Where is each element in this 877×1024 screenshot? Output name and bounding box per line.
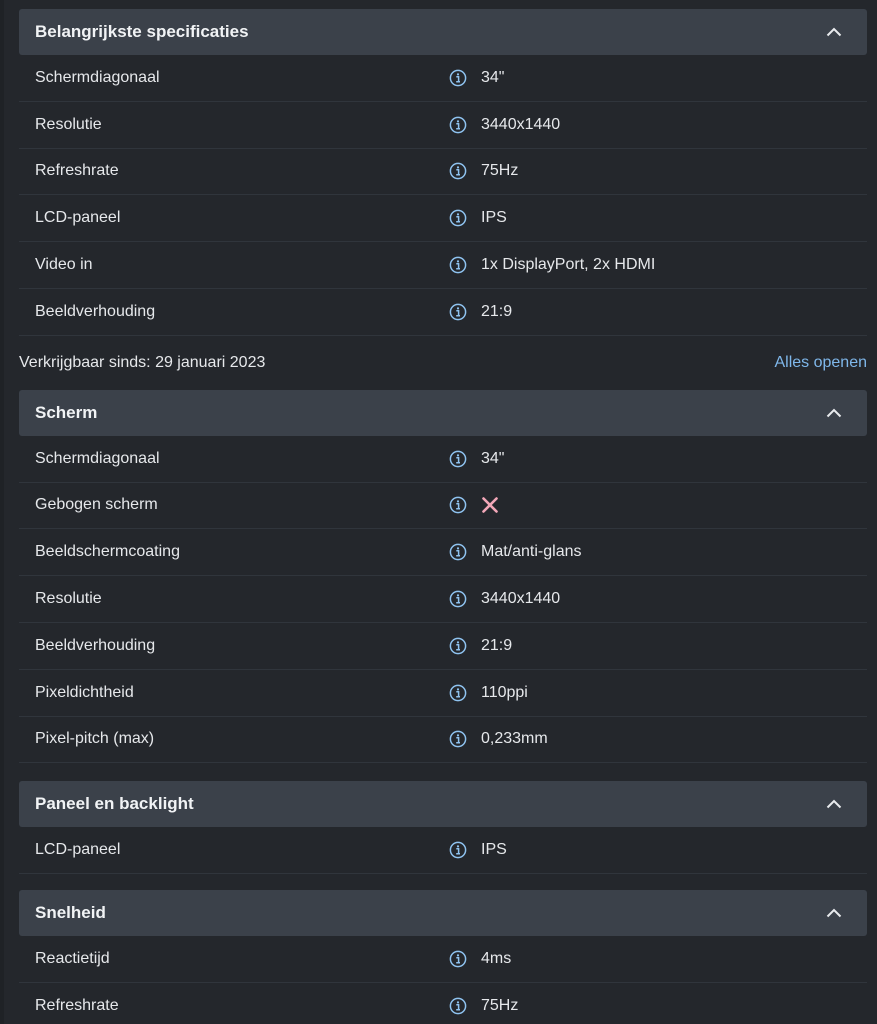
info-icon[interactable] (448, 302, 468, 322)
section-title: Paneel en backlight (35, 794, 194, 814)
spec-value: 0,233mm (481, 730, 548, 748)
spec-label: Schermdiagonaal (35, 449, 160, 467)
section-header[interactable]: Scherm (19, 389, 867, 436)
section-snelheid: Snelheid Reactietijd 4ms Refreshrate 75Hz (19, 890, 867, 1024)
spec-value: 110ppi (481, 683, 528, 701)
open-all-link[interactable]: Alles openen (774, 354, 867, 372)
section-header[interactable]: Paneel en backlight (19, 781, 867, 828)
chevron-up-icon[interactable] (823, 793, 845, 815)
info-icon[interactable] (448, 115, 468, 135)
spec-value: 1x DisplayPort, 2x HDMI (481, 256, 656, 274)
spec-list: Belangrijkste specificaties Schermdiagon… (19, 9, 867, 1024)
section-scherm: Scherm Schermdiagonaal 34" Gebogen scherm B… (19, 389, 867, 764)
info-icon[interactable] (448, 840, 468, 860)
section-title: Belangrijkste specificaties (35, 22, 249, 41)
spec-label: Beeldverhouding (35, 302, 156, 320)
spec-label: LCD-paneel (35, 841, 121, 859)
spec-row: Refreshrate 75Hz (19, 983, 867, 1024)
info-icon[interactable] (448, 68, 468, 88)
spec-label: Refreshrate (35, 996, 119, 1014)
cross-icon (481, 496, 499, 514)
spec-label: Refreshrate (35, 162, 119, 180)
spec-label: Gebogen scherm (35, 496, 158, 514)
info-icon[interactable] (448, 636, 468, 656)
spec-value: 21:9 (481, 302, 513, 320)
spec-value: IPS (481, 841, 507, 859)
info-icon[interactable] (448, 589, 468, 609)
section-header[interactable]: Snelheid (19, 890, 867, 937)
spec-value: 75Hz (481, 162, 519, 180)
spec-value: 3440x1440 (481, 115, 561, 133)
info-icon[interactable] (448, 683, 468, 703)
spec-label: Pixel-pitch (max) (35, 730, 155, 748)
info-icon[interactable] (448, 449, 468, 469)
spec-row: Pixeldichtheid 110ppi (19, 670, 867, 717)
spec-value: 34" (481, 68, 505, 86)
spec-label: Schermdiagonaal (35, 68, 160, 86)
info-icon[interactable] (448, 161, 468, 181)
spec-label: Pixeldichtheid (35, 683, 134, 701)
spec-value: 3440x1440 (481, 590, 561, 608)
section-paneel-en-backlight: Paneel en backlight LCD-paneel IPS (19, 781, 867, 875)
info-icon[interactable] (448, 949, 468, 969)
spec-row: Pixel-pitch (max) 0,233mm (19, 717, 867, 764)
spec-row: Schermdiagonaal 34" (19, 55, 867, 102)
spec-row: Beeldschermcoating Mat/anti-glans (19, 529, 867, 577)
meta-row: Verkrijgbaar sinds: 29 januari 2023 Alle… (19, 336, 867, 390)
spec-label: Resolutie (35, 590, 102, 608)
info-icon[interactable] (448, 255, 468, 275)
info-icon[interactable] (448, 729, 468, 749)
spec-value: 34" (481, 449, 505, 467)
info-icon[interactable] (448, 208, 468, 228)
info-icon[interactable] (448, 996, 468, 1016)
spec-row: Video in 1x DisplayPort, 2x HDMI (19, 242, 867, 289)
left-edge-strip (0, 0, 4, 1024)
chevron-up-icon[interactable] (823, 902, 845, 924)
section-belangrijkste-specificaties: Belangrijkste specificaties Schermdiagon… (19, 9, 867, 336)
chevron-up-icon[interactable] (823, 402, 845, 424)
spec-value: Mat/anti-glans (481, 543, 582, 561)
info-icon[interactable] (448, 495, 468, 515)
spec-label: LCD-paneel (35, 209, 121, 227)
spec-row: Beeldverhouding 21:9 (19, 289, 867, 336)
spec-value: 75Hz (481, 996, 519, 1014)
spec-row: Schermdiagonaal 34" (19, 436, 867, 483)
spec-label: Beeldschermcoating (35, 543, 180, 561)
spec-row: Beeldverhouding 21:9 (19, 623, 867, 670)
section-title: Scherm (35, 402, 98, 422)
spec-value: 21:9 (481, 636, 513, 654)
spec-row: LCD-paneel IPS (19, 195, 867, 243)
spec-row: LCD-paneel IPS (19, 827, 867, 875)
spec-label: Resolutie (35, 115, 102, 133)
spec-label: Beeldverhouding (35, 636, 156, 654)
section-title: Snelheid (35, 903, 106, 923)
available-since: Verkrijgbaar sinds: 29 januari 2023 (19, 353, 266, 371)
spec-value: IPS (481, 209, 507, 227)
section-header[interactable]: Belangrijkste specificaties (19, 9, 867, 55)
spec-row: Gebogen scherm (19, 483, 867, 530)
spec-value: 4ms (481, 950, 512, 968)
spec-row: Reactietijd 4ms (19, 936, 867, 983)
spec-row: Resolutie 3440x1440 (19, 576, 867, 623)
spec-label: Video in (35, 256, 93, 274)
spec-row: Refreshrate 75Hz (19, 149, 867, 196)
spec-label: Reactietijd (35, 950, 110, 968)
spec-row: Resolutie 3440x1440 (19, 102, 867, 149)
chevron-up-icon[interactable] (823, 21, 845, 43)
info-icon[interactable] (448, 542, 468, 562)
